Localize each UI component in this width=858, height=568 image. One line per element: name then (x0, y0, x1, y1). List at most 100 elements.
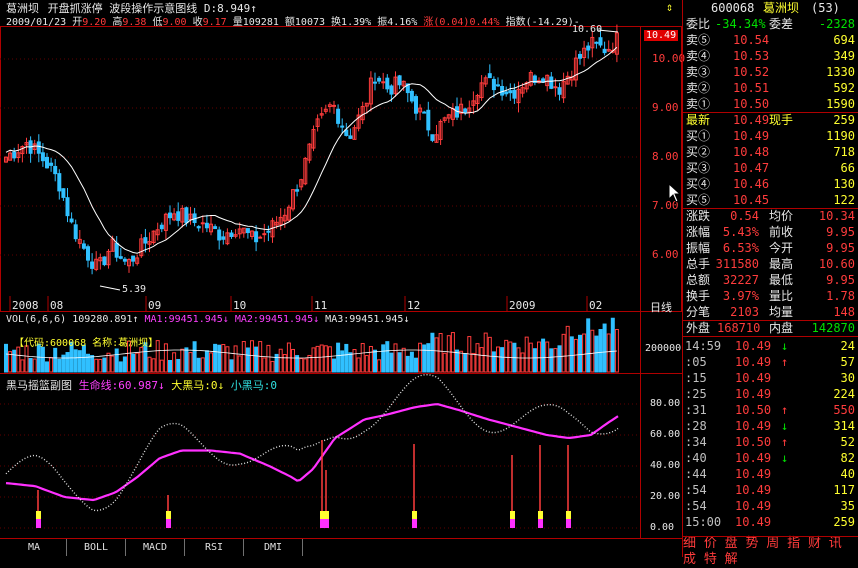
ma-line (5, 46, 618, 254)
high-value: 9.38 (122, 17, 147, 28)
quote-title: 600068 葛洲坝 (53) (683, 0, 858, 16)
volume-bar (573, 338, 578, 373)
volume-bar (98, 358, 103, 373)
volume-bar (20, 359, 25, 373)
stat-row: 涨幅 5.43% 前收 9.95 (686, 225, 855, 239)
signal-block-yellow (566, 511, 571, 519)
volume-bar (438, 333, 443, 373)
volume-bar (319, 344, 324, 373)
volume-bar (504, 339, 509, 373)
volume-bar (53, 347, 58, 373)
volume-bar (73, 349, 78, 373)
candle-body (508, 90, 513, 94)
candle-body (65, 197, 70, 217)
volume-bar (270, 360, 275, 373)
tab-boll[interactable]: BOLL (67, 539, 126, 556)
stat-row: 振幅 6.53% 今开 9.95 (686, 241, 855, 255)
panel-divider (683, 536, 858, 537)
candle-body (69, 218, 74, 223)
tab-macd[interactable]: MACD (126, 539, 185, 556)
stat-row: 换手 3.97% 量比 1.78 (686, 289, 855, 303)
x-axis-10: 10 (233, 299, 247, 312)
volume-bar (401, 347, 406, 373)
volume-bar (204, 350, 209, 373)
volume-bar (393, 343, 398, 373)
panel-divider (683, 320, 858, 321)
volume-bar (266, 344, 271, 373)
tab-dmi[interactable]: DMI (244, 539, 303, 556)
ind-axis-0: 0.00 (650, 522, 675, 533)
candle-body (463, 108, 468, 113)
candle-body (102, 256, 107, 266)
signal-block-magenta (166, 519, 171, 528)
volume-bar (578, 334, 582, 373)
volume-bar (40, 346, 45, 373)
signal-block-yellow (412, 511, 417, 519)
candle-body (12, 151, 17, 159)
life-line (5, 403, 619, 502)
volume-bar (582, 333, 587, 373)
volume-bar (180, 348, 185, 373)
volume-bar (340, 350, 345, 373)
volume-bar (188, 352, 193, 373)
header-line-2: 2009/01/23 开9.20 高9.38 低9.00 收9.17 量1092… (6, 17, 580, 28)
volume-bar (409, 351, 414, 373)
candle-body (262, 233, 267, 236)
volume-bar (217, 344, 222, 373)
candle-body (332, 104, 336, 107)
volume-bar (24, 345, 29, 373)
candle-body (336, 108, 341, 124)
volume-bar (405, 355, 410, 373)
volume-bar (114, 348, 119, 373)
buy-row: 买③ 10.47 66 (686, 161, 855, 175)
candle-body (176, 211, 181, 221)
amplitude-value: 4.16% (387, 17, 418, 28)
volume-bar (118, 361, 123, 373)
volume-bar (356, 357, 361, 373)
ind-axis-80: 80.00 (650, 398, 681, 409)
candle-body (344, 129, 349, 136)
tick-row: 15:00 10.49 259 (685, 515, 855, 529)
quote-panel: 600068 葛洲坝 (53) 委比 -34.34% 委差 -2328 卖⑤ 1… (682, 0, 858, 567)
stat-row: 总额 32227 最低 9.95 (686, 273, 855, 287)
volume-bar (282, 354, 287, 373)
vol-header: VOL(6,6,6) 109280.891↑ MA1:99451.945↓ MA… (6, 314, 410, 325)
tab-ma[interactable]: MA (2, 539, 67, 556)
volume-bar (446, 335, 451, 373)
volume-bar (549, 348, 554, 373)
stat-row: 涨跌 0.54 均价 10.34 (686, 209, 855, 223)
volume-bar (213, 343, 218, 373)
volume-bar (311, 347, 316, 373)
signal-block-magenta (510, 519, 515, 528)
tab-rsi[interactable]: RSI (185, 539, 244, 556)
volume-bar (602, 323, 607, 373)
tick-row: :54 10.49 117 (685, 483, 855, 497)
quote-name: 葛洲坝 (763, 1, 800, 15)
volume-bar (389, 352, 394, 373)
outer-inner-row: 外盘 168710 内盘 142870 (686, 321, 855, 335)
volume-bar (262, 357, 267, 373)
buy-row: 买① 10.49 1190 (686, 129, 855, 143)
volume-bar (541, 338, 546, 373)
candle-body (45, 156, 49, 169)
ind-axis-40: 40.00 (650, 460, 681, 471)
price-axis-10: 10.00 (652, 52, 686, 65)
candle-body (504, 91, 509, 95)
tick-row: :15 10.49 30 (685, 371, 855, 385)
x-axis-09: 09 (148, 299, 162, 312)
volume-bar (496, 346, 500, 373)
candle-body (229, 232, 234, 237)
volume-bar (434, 337, 439, 373)
price-panel-frame (0, 26, 682, 312)
buy-row: 买④ 10.46 130 (686, 177, 855, 191)
volume-bar (196, 357, 201, 373)
volume-bar (397, 352, 402, 373)
bottom-menu[interactable]: 细 价 盘 势 周 指 财 讯 成 特 解 (683, 536, 858, 567)
period-label[interactable]: 日线 (650, 299, 672, 315)
candle-body (57, 173, 62, 192)
signal-block-yellow (510, 511, 515, 519)
volume-bar (81, 344, 86, 373)
volume-bar (94, 358, 99, 373)
scroll-up-icon[interactable]: ⇕ (666, 0, 673, 14)
signal-block-magenta (36, 519, 41, 528)
